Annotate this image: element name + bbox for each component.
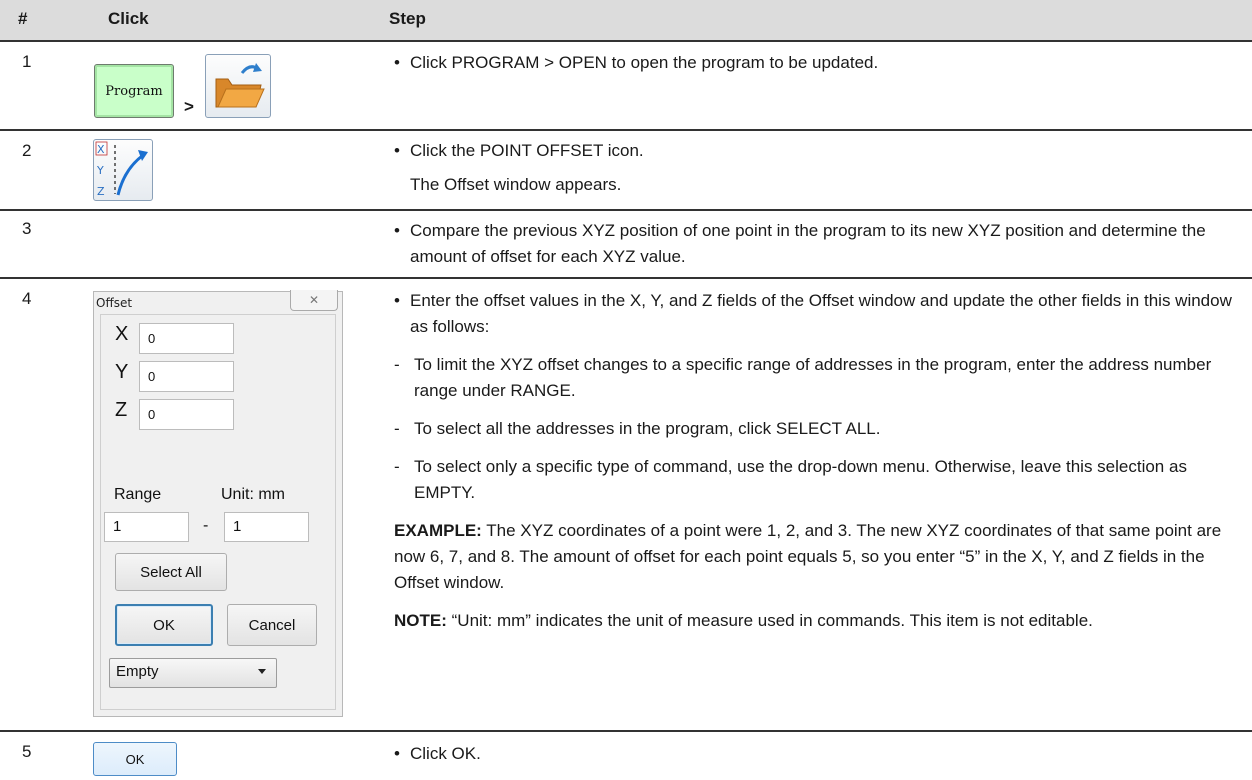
example-text: The XYZ coordinates of a point were 1, 2… — [394, 521, 1222, 592]
range-from-input[interactable]: 1 — [104, 512, 189, 542]
z-label: Z — [115, 399, 128, 421]
icon-axis-y: Y — [96, 164, 104, 177]
row-1-number: 1 — [22, 52, 32, 71]
bullet: • — [394, 744, 400, 763]
close-button[interactable]: ✕ — [290, 290, 338, 311]
row-3-number: 3 — [22, 219, 32, 238]
row-4-step-text: Enter the offset values in the X, Y, and… — [410, 291, 1232, 336]
row-4-dash-3: To select only a specific type of comman… — [414, 457, 1187, 502]
command-type-selected: Empty — [116, 663, 159, 680]
row-divider — [0, 277, 1252, 279]
row-divider — [0, 209, 1252, 211]
command-type-dropdown[interactable]: Empty — [109, 658, 277, 688]
row-2-number: 2 — [22, 141, 32, 160]
row-5-step-text: Click OK. — [410, 744, 481, 763]
header-num: # — [18, 9, 28, 28]
program-button[interactable]: Program — [94, 64, 174, 118]
bullet: • — [394, 53, 400, 72]
row-3-step-text: Compare the previous XYZ position of one… — [410, 221, 1206, 266]
bullet: • — [394, 221, 400, 240]
select-all-button[interactable]: Select All — [115, 553, 227, 591]
ok-button-example[interactable]: OK — [93, 742, 177, 776]
y-offset-input[interactable]: 0 — [139, 361, 234, 392]
dash: - — [394, 355, 400, 374]
x-label: X — [115, 323, 129, 345]
header-step: Step — [389, 9, 426, 28]
offset-dialog-title: Offset — [96, 296, 133, 310]
open-folder-icon — [215, 63, 265, 108]
open-folder-button[interactable] — [205, 54, 271, 118]
y-label: Y — [115, 361, 129, 383]
row-4-dash-2: To select all the addresses in the progr… — [414, 419, 881, 438]
row-divider — [0, 730, 1252, 732]
icon-axis-z: Z — [97, 185, 105, 198]
offset-dialog-body: X 0 Y 0 Z 0 Range Unit: mm 1 - 1 Select … — [100, 314, 336, 710]
program-button-label: Program — [105, 83, 163, 99]
unit-label: Unit: mm — [221, 486, 285, 503]
table-header — [0, 0, 1252, 40]
range-to-input[interactable]: 1 — [224, 512, 309, 542]
example-label: EXAMPLE: — [394, 521, 482, 540]
point-offset-button[interactable]: X Y Z — [93, 139, 153, 201]
z-offset-input[interactable]: 0 — [139, 399, 234, 430]
icon-axis-x: X — [97, 143, 105, 156]
row-4-number: 4 — [22, 289, 32, 308]
row-2-step-text: Click the POINT OFFSET icon. — [410, 141, 644, 160]
row-2-subtext: The Offset window appears. — [410, 175, 622, 194]
dash: - — [394, 419, 400, 438]
row-1-step-text: Click PROGRAM > OPEN to open the program… — [410, 53, 879, 72]
row-4-dash-1: To limit the XYZ offset changes to a spe… — [414, 355, 1212, 400]
point-offset-icon: X Y Z — [95, 141, 148, 198]
range-dash: - — [203, 517, 209, 534]
note-text: “Unit: mm” indicates the unit of measure… — [451, 611, 1093, 630]
ok-button[interactable]: OK — [115, 604, 213, 646]
dash: - — [394, 457, 400, 476]
bullet: • — [394, 291, 400, 310]
row-divider — [0, 40, 1252, 42]
x-offset-input[interactable]: 0 — [139, 323, 234, 354]
header-click: Click — [108, 9, 149, 28]
offset-dialog: Offset ✕ X 0 Y 0 Z 0 Range Unit: mm 1 - … — [93, 290, 343, 717]
range-label: Range — [114, 486, 162, 503]
close-icon: ✕ — [308, 293, 320, 307]
note-label: NOTE: — [394, 611, 447, 630]
row-5-number: 5 — [22, 742, 32, 761]
cancel-button[interactable]: Cancel — [227, 604, 317, 646]
menu-separator: > — [184, 97, 194, 116]
row-divider — [0, 129, 1252, 131]
bullet: • — [394, 141, 400, 160]
chevron-down-icon — [258, 669, 266, 674]
